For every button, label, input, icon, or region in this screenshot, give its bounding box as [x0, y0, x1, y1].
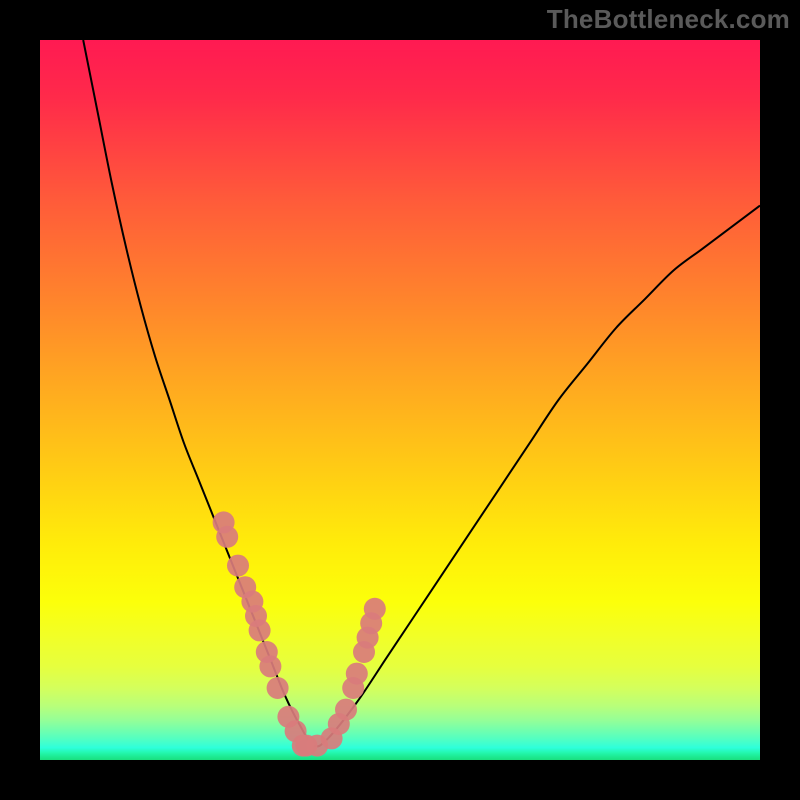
scatter-dot: [346, 663, 368, 685]
scatter-dot: [249, 619, 271, 641]
bottleneck-curve: [83, 40, 760, 747]
curve-layer: [83, 40, 760, 747]
scatter-dot: [364, 598, 386, 620]
scatter-dot: [227, 555, 249, 577]
chart-svg: [0, 0, 800, 800]
chart-frame: TheBottleneck.com: [0, 0, 800, 800]
scatter-dot: [259, 655, 281, 677]
scatter-dot: [267, 677, 289, 699]
marker-layer: [213, 511, 386, 756]
scatter-dot: [216, 526, 238, 548]
scatter-dot: [335, 699, 357, 721]
